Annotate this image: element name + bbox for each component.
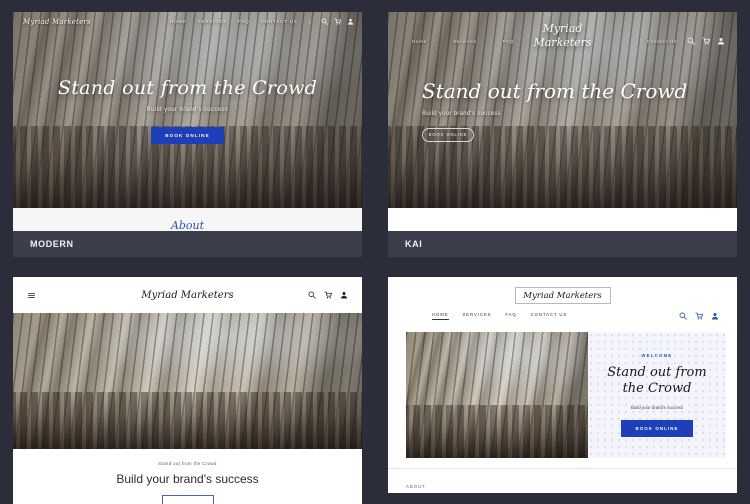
welcome-eyebrow: WELCOME (641, 352, 673, 358)
template-preview-four[interactable]: Myriad Marketers HOME SERVICES FAQ CONTA… (388, 277, 737, 493)
template-cell-three: Myriad Marketers Stand out from the Crow… (0, 265, 375, 504)
hero-headline: Stand out from the Crowd (607, 364, 707, 396)
nav-item-services[interactable]: Services (453, 39, 477, 44)
book-online-button[interactable]: BOOK ONLINE (621, 420, 693, 438)
site-header: Home Services FAQ Myriad Marketers Conta… (388, 22, 737, 56)
template-gallery-grid: Myriad Marketers HOME SERVICES FAQ CONTA… (0, 0, 750, 504)
nav-item-faq[interactable]: FAQ (505, 312, 516, 320)
site-logo[interactable]: Myriad Marketers (23, 18, 91, 26)
nav-item-contact-us[interactable]: Contact Us (647, 39, 677, 44)
nav-item-faq[interactable]: FAQ (503, 39, 514, 44)
nav-item-faq[interactable]: FAQ (238, 19, 249, 24)
header-icons (321, 18, 354, 25)
template-preview-modern[interactable]: Myriad Marketers HOME SERVICES FAQ CONTA… (13, 12, 362, 243)
cart-icon[interactable] (695, 312, 704, 320)
hero-photo: Home Services FAQ Myriad Marketers Conta… (388, 12, 737, 209)
template-cell-modern: Myriad Marketers HOME SERVICES FAQ CONTA… (0, 0, 375, 265)
cart-icon[interactable] (324, 291, 333, 299)
template-cell-four: Myriad Marketers HOME SERVICES FAQ CONTA… (375, 265, 750, 504)
hero-split: WELCOME Stand out from the Crowd Build y… (388, 320, 737, 458)
nav-item-contact-us[interactable]: CONTACT US (531, 312, 568, 320)
about-section: ABOUT (388, 468, 737, 493)
about-heading: ABOUT (406, 484, 426, 489)
hero-subtitle: Build your brand's success (422, 110, 501, 117)
search-icon[interactable] (679, 312, 687, 320)
site-logo-text: Myriad Marketers (523, 290, 602, 301)
site-logo[interactable]: Myriad Marketers (141, 290, 233, 301)
account-icon[interactable] (717, 37, 725, 45)
site-header: Myriad Marketers HOME SERVICES FAQ CONTA… (13, 12, 362, 31)
hero-photo (13, 313, 362, 449)
nav-row: HOME SERVICES FAQ CONTACT US (388, 304, 737, 320)
section-eyebrow: Stand out from the Crowd (158, 461, 217, 466)
template-name-modern: MODERN (30, 239, 74, 249)
template-preview-three[interactable]: Myriad Marketers Stand out from the Crow… (13, 277, 362, 504)
header-icons (687, 37, 725, 45)
main-nav: HOME SERVICES FAQ CONTACT US | (170, 18, 362, 25)
hamburger-menu-icon[interactable] (27, 291, 36, 300)
template-label-bar-modern: MODERN (13, 231, 362, 257)
nav-separator: | (308, 18, 310, 25)
site-logo[interactable]: Myriad Marketers (533, 22, 591, 50)
search-icon[interactable] (321, 18, 328, 25)
book-online-button[interactable]: BOOK ONLINE (151, 126, 224, 144)
template-preview-kai[interactable]: Home Services FAQ Myriad Marketers Conta… (388, 12, 737, 243)
site-logo-line-1: Myriad (542, 22, 583, 35)
hero-headline: Stand out from the Crowd (57, 76, 318, 99)
template-label-bar-kai: KAI (388, 231, 737, 257)
account-icon[interactable] (711, 312, 719, 320)
template-name-kai: KAI (405, 239, 423, 249)
site-logo[interactable]: Myriad Marketers (514, 287, 611, 304)
template-cell-kai: Home Services FAQ Myriad Marketers Conta… (375, 0, 750, 265)
section-headline: Build your brand's success (116, 472, 259, 486)
search-icon[interactable] (687, 37, 695, 45)
account-icon[interactable] (340, 291, 348, 299)
intro-section: Stand out from the Crowd Build your bran… (13, 449, 362, 504)
section-button[interactable] (161, 495, 214, 504)
cart-icon[interactable] (334, 18, 342, 25)
hero-photo: Myriad Marketers HOME SERVICES FAQ CONTA… (13, 12, 362, 209)
nav-item-home[interactable]: HOME (432, 312, 449, 320)
search-icon[interactable] (308, 291, 316, 299)
site-header: Myriad Marketers (13, 277, 362, 313)
book-online-button[interactable]: BOOK ONLINE (422, 127, 474, 142)
site-header: Myriad Marketers HOME SERVICES FAQ CONTA… (388, 277, 737, 320)
hero-subtitle: Build your brand's success (146, 106, 229, 113)
header-icons (679, 312, 719, 320)
cart-icon[interactable] (702, 37, 711, 45)
nav-item-home[interactable]: Home (412, 39, 427, 44)
nav-item-services[interactable]: SERVICES (463, 312, 492, 320)
main-nav: HOME SERVICES FAQ CONTACT US (432, 312, 567, 320)
site-logo-line-2: Marketers (533, 35, 592, 49)
nav-item-contact-us[interactable]: CONTACT US (261, 19, 298, 24)
header-right: Contact Us (647, 37, 737, 45)
nav-item-home[interactable]: HOME (170, 19, 187, 24)
hero-content: Stand out from the Crowd Build your bran… (13, 12, 362, 208)
account-icon[interactable] (347, 18, 354, 25)
header-icons (308, 291, 348, 299)
hero-panel: WELCOME Stand out from the Crowd Build y… (588, 332, 726, 458)
main-nav: Home Services FAQ (412, 39, 514, 44)
nav-item-services[interactable]: SERVICES (198, 19, 227, 24)
hero-subtitle: Build your brand's success (630, 405, 684, 411)
hero-photo (406, 332, 588, 458)
hero-headline: Stand out from the Crowd (422, 78, 688, 103)
